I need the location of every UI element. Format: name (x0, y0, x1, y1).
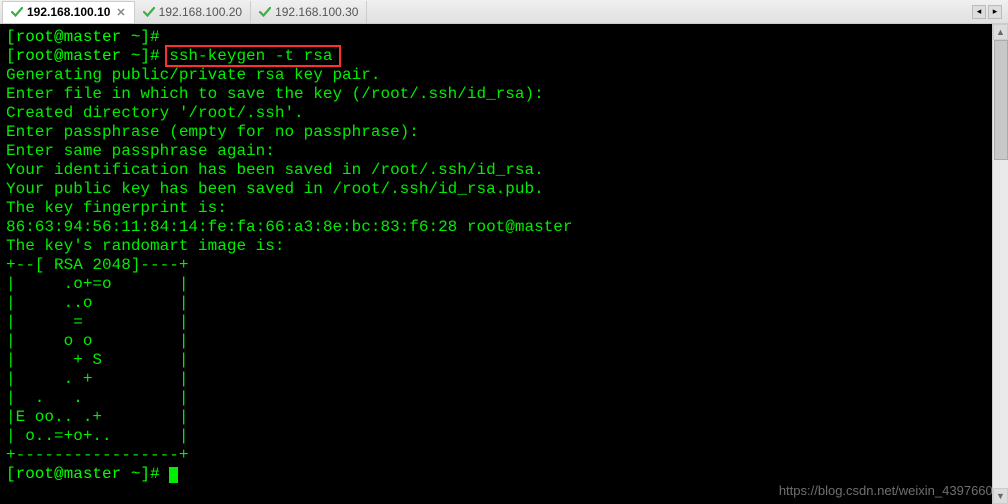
terminal-cursor (169, 467, 178, 483)
close-icon[interactable]: ✕ (116, 6, 125, 19)
terminal-line: [root@master ~]# (6, 28, 1002, 47)
connected-check-icon (259, 6, 271, 18)
terminal-line: | o..=+o+.. | (6, 427, 1002, 446)
terminal-line: The key fingerprint is: (6, 199, 1002, 218)
tab-bar: 192.168.100.10 ✕ 192.168.100.20 192.168.… (0, 0, 1008, 24)
tab-label: 192.168.100.30 (275, 5, 358, 19)
terminal-line: +-----------------+ (6, 446, 1002, 465)
tab-1[interactable]: 192.168.100.20 (135, 1, 251, 23)
terminal-line: | .o+=o | (6, 275, 1002, 294)
terminal-line: | ..o | (6, 294, 1002, 313)
tab-label: 192.168.100.20 (159, 5, 242, 19)
terminal-line: Your identification has been saved in /r… (6, 161, 1002, 180)
terminal[interactable]: [root@master ~]#[root@master ~]# ssh-key… (0, 24, 1008, 504)
terminal-line: Created directory '/root/.ssh'. (6, 104, 1002, 123)
terminal-line: Enter file in which to save the key (/ro… (6, 85, 1002, 104)
terminal-line: The key's randomart image is: (6, 237, 1002, 256)
terminal-line: 86:63:94:56:11:84:14:fe:fa:66:a3:8e:bc:8… (6, 218, 1002, 237)
terminal-line: [root@master ~]# ssh-keygen -t rsa (6, 47, 1002, 66)
watermark: https://blog.csdn.net/weixin_43976602 (779, 481, 1000, 500)
terminal-line: |E oo.. .+ | (6, 408, 1002, 427)
window-controls: ◂ ▸ (972, 5, 1006, 19)
tab-0[interactable]: 192.168.100.10 ✕ (2, 1, 135, 23)
tab-label: 192.168.100.10 (27, 5, 110, 19)
terminal-line: | . . | (6, 389, 1002, 408)
terminal-line: | . + | (6, 370, 1002, 389)
terminal-line: Enter passphrase (empty for no passphras… (6, 123, 1002, 142)
win-control-icon[interactable]: ◂ (972, 5, 986, 19)
connected-check-icon (11, 6, 23, 18)
terminal-line: | + S | (6, 351, 1002, 370)
terminal-line: | = | (6, 313, 1002, 332)
terminal-line: Generating public/private rsa key pair. (6, 66, 1002, 85)
scroll-down-icon[interactable]: ▼ (993, 488, 1008, 504)
win-control-icon[interactable]: ▸ (988, 5, 1002, 19)
connected-check-icon (143, 6, 155, 18)
tab-2[interactable]: 192.168.100.30 (251, 1, 367, 23)
terminal-line: Your public key has been saved in /root/… (6, 180, 1002, 199)
scroll-thumb[interactable] (994, 40, 1008, 160)
terminal-line: +--[ RSA 2048]----+ (6, 256, 1002, 275)
terminal-line: Enter same passphrase again: (6, 142, 1002, 161)
scroll-up-icon[interactable]: ▲ (993, 24, 1008, 40)
scrollbar[interactable]: ▲ ▼ (992, 24, 1008, 504)
terminal-line: | o o | (6, 332, 1002, 351)
